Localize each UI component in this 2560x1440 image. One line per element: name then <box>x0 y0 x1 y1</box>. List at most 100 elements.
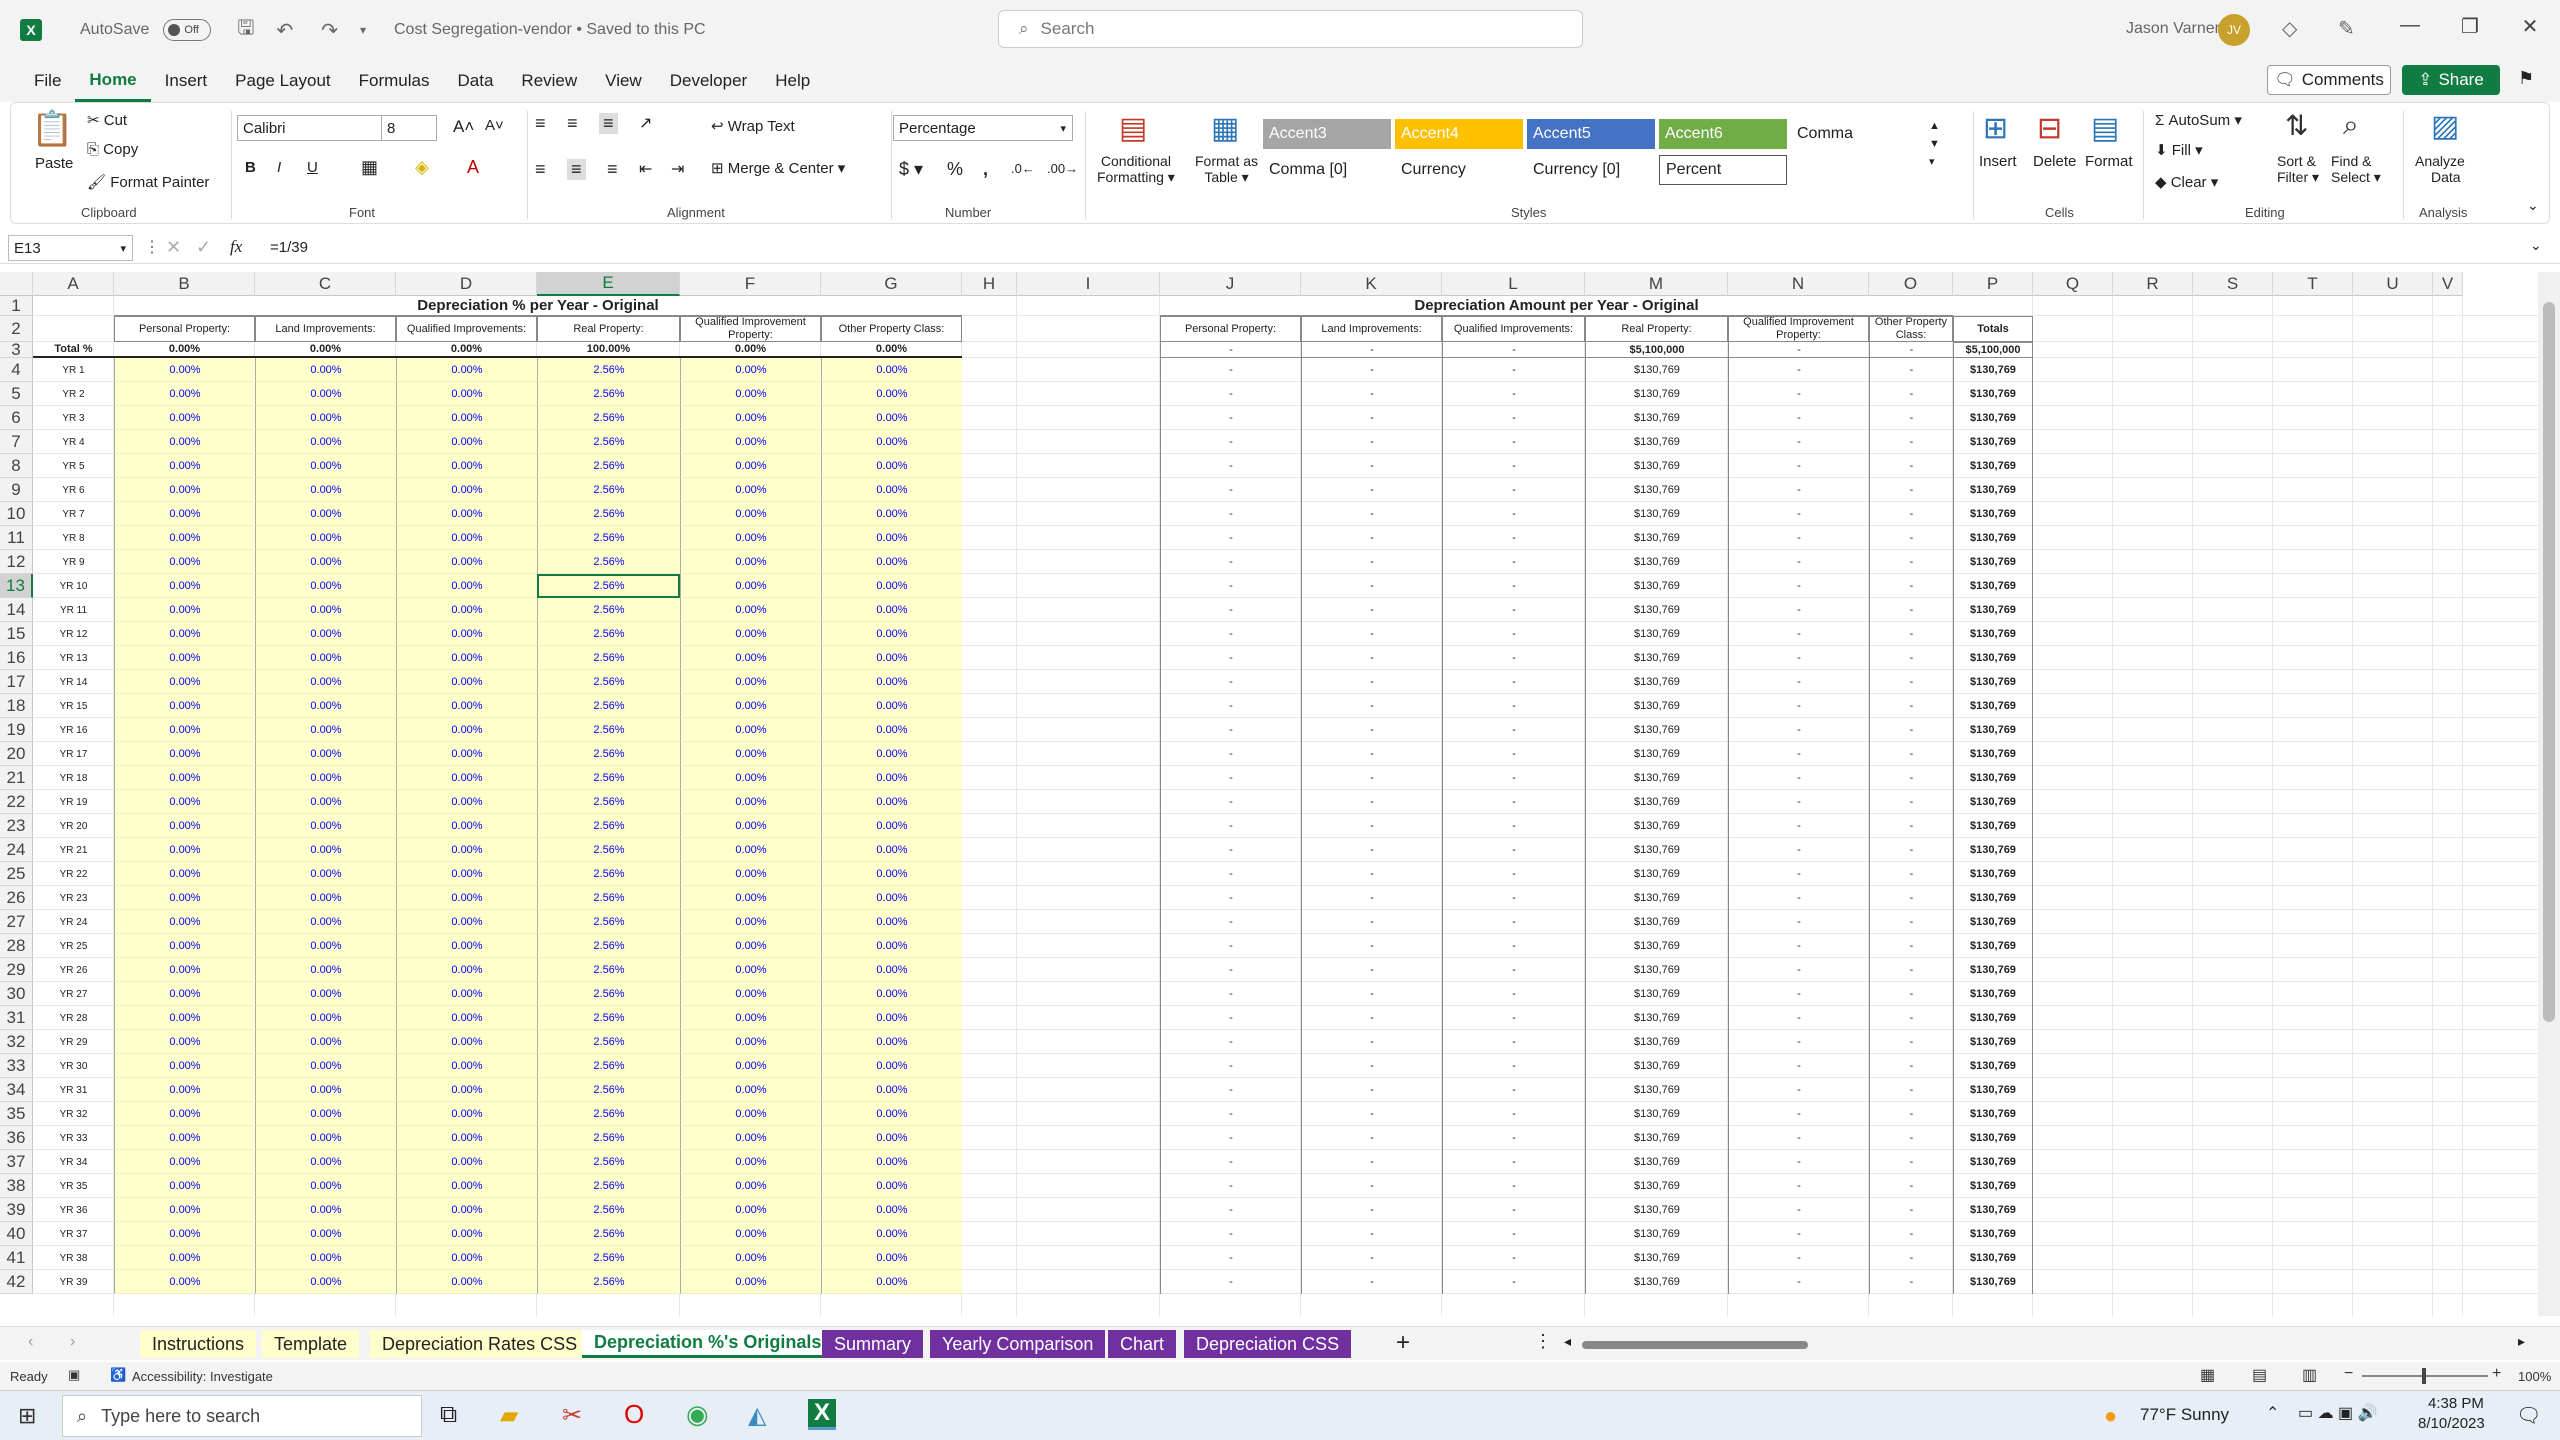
windows-start-icon[interactable]: ⊞ <box>18 1403 36 1429</box>
year-pct-cell[interactable]: 0.00% <box>255 1270 396 1294</box>
year-amt-cell[interactable]: - <box>1728 670 1869 694</box>
column-header[interactable]: P <box>1953 272 2033 296</box>
year-amt-cell[interactable]: $130,769 <box>1585 670 1728 694</box>
year-amt-cell[interactable]: - <box>1442 406 1585 430</box>
year-amt-cell[interactable]: - <box>1442 934 1585 958</box>
year-amt-cell[interactable]: $130,769 <box>1585 382 1728 406</box>
row-header[interactable]: 39 <box>0 1198 33 1222</box>
format-table-icon[interactable]: ▦ <box>1211 111 1239 146</box>
year-total-cell[interactable]: $130,769 <box>1953 1150 2033 1174</box>
year-pct-cell[interactable]: 2.56% <box>537 718 680 742</box>
year-pct-cell[interactable]: 0.00% <box>821 1198 962 1222</box>
year-amt-cell[interactable]: - <box>1160 1150 1301 1174</box>
column-header[interactable]: J <box>1160 272 1301 296</box>
year-amt-cell[interactable]: - <box>1442 982 1585 1006</box>
year-pct-cell[interactable]: 0.00% <box>680 982 821 1006</box>
year-amt-cell[interactable]: - <box>1301 1078 1442 1102</box>
total-amt-cell[interactable]: - <box>1442 342 1585 358</box>
year-amt-cell[interactable]: - <box>1728 406 1869 430</box>
year-pct-cell[interactable]: 0.00% <box>821 1150 962 1174</box>
year-amt-cell[interactable]: - <box>1869 694 1953 718</box>
year-pct-cell[interactable]: 0.00% <box>680 574 821 598</box>
year-pct-cell[interactable]: 0.00% <box>255 982 396 1006</box>
year-amt-cell[interactable]: - <box>1869 934 1953 958</box>
year-amt-cell[interactable]: $130,769 <box>1585 502 1728 526</box>
increase-decimal-icon[interactable]: .0← <box>1011 161 1035 176</box>
year-pct-cell[interactable]: 0.00% <box>680 430 821 454</box>
year-amt-cell[interactable]: - <box>1301 1102 1442 1126</box>
style-accent5[interactable]: Accent5 <box>1527 119 1655 149</box>
style-accent6[interactable]: Accent6 <box>1659 119 1787 149</box>
year-pct-cell[interactable]: 0.00% <box>680 1006 821 1030</box>
year-amt-cell[interactable]: - <box>1301 622 1442 646</box>
row-header[interactable]: 15 <box>0 622 33 646</box>
year-amt-cell[interactable]: - <box>1728 478 1869 502</box>
row-header[interactable]: 21 <box>0 766 33 790</box>
year-amt-cell[interactable]: - <box>1442 1198 1585 1222</box>
year-pct-cell[interactable]: 0.00% <box>255 1030 396 1054</box>
year-amt-cell[interactable]: - <box>1728 1078 1869 1102</box>
autosave-toggle[interactable]: Off <box>163 19 212 41</box>
year-pct-cell[interactable]: 0.00% <box>821 694 962 718</box>
clock-date[interactable]: 8/10/2023 <box>2418 1415 2485 1432</box>
column-header[interactable]: C <box>255 272 396 296</box>
year-amt-cell[interactable]: - <box>1301 742 1442 766</box>
sheet-tab-depreciation-rates-css[interactable]: Depreciation Rates CSS <box>370 1330 590 1358</box>
year-amt-cell[interactable]: - <box>1869 1174 1953 1198</box>
year-total-cell[interactable]: $130,769 <box>1953 430 2033 454</box>
orientation-icon[interactable]: ↗ <box>639 113 652 133</box>
year-pct-cell[interactable]: 0.00% <box>255 790 396 814</box>
year-amt-cell[interactable]: - <box>1728 1150 1869 1174</box>
year-pct-cell[interactable]: 0.00% <box>255 598 396 622</box>
horizontal-scroll-thumb[interactable] <box>1582 1341 1808 1349</box>
total-amt-cell[interactable]: - <box>1301 342 1442 358</box>
year-pct-cell[interactable]: 0.00% <box>680 1246 821 1270</box>
find-select-button[interactable]: Find & Select ▾ <box>2331 153 2381 186</box>
year-amt-cell[interactable]: - <box>1869 1054 1953 1078</box>
tab-page-layout[interactable]: Page Layout <box>221 60 344 102</box>
year-pct-cell[interactable]: 2.56% <box>537 1150 680 1174</box>
year-amt-cell[interactable]: - <box>1728 814 1869 838</box>
year-pct-cell[interactable]: 0.00% <box>396 382 537 406</box>
row-header[interactable]: 5 <box>0 382 33 406</box>
year-amt-cell[interactable]: $130,769 <box>1585 1126 1728 1150</box>
year-total-cell[interactable]: $130,769 <box>1953 574 2033 598</box>
cancel-icon[interactable]: ✕ <box>166 237 181 258</box>
year-pct-cell[interactable]: 0.00% <box>114 550 255 574</box>
number-format-box[interactable]: Percentage ▾ <box>893 115 1073 141</box>
total-pct-cell[interactable]: 0.00% <box>680 342 821 358</box>
year-pct-cell[interactable]: 0.00% <box>396 1006 537 1030</box>
format-painter-button[interactable]: 🖌 Format Painter <box>87 173 209 191</box>
year-pct-cell[interactable]: 0.00% <box>821 1078 962 1102</box>
column-header[interactable]: O <box>1869 272 1953 296</box>
year-pct-cell[interactable]: 0.00% <box>821 790 962 814</box>
year-pct-cell[interactable]: 0.00% <box>114 1030 255 1054</box>
year-pct-cell[interactable]: 0.00% <box>114 982 255 1006</box>
year-pct-cell[interactable]: 0.00% <box>396 1126 537 1150</box>
year-total-cell[interactable]: $130,769 <box>1953 622 2033 646</box>
year-pct-cell[interactable]: 0.00% <box>396 526 537 550</box>
year-pct-cell[interactable]: 0.00% <box>396 622 537 646</box>
year-total-cell[interactable]: $130,769 <box>1953 550 2033 574</box>
column-header[interactable]: N <box>1728 272 1869 296</box>
year-amt-cell[interactable]: - <box>1869 958 1953 982</box>
year-amt-cell[interactable]: - <box>1869 1102 1953 1126</box>
borders-icon[interactable]: ▦ <box>361 157 378 178</box>
tab-home[interactable]: Home <box>75 60 151 102</box>
year-amt-cell[interactable]: - <box>1869 1150 1953 1174</box>
year-pct-cell[interactable]: 0.00% <box>255 1174 396 1198</box>
year-pct-cell[interactable]: 0.00% <box>114 910 255 934</box>
year-pct-cell[interactable]: 2.56% <box>537 382 680 406</box>
year-amt-cell[interactable]: - <box>1442 574 1585 598</box>
year-pct-cell[interactable]: 0.00% <box>821 454 962 478</box>
year-pct-cell[interactable]: 0.00% <box>680 598 821 622</box>
year-amt-cell[interactable]: $130,769 <box>1585 766 1728 790</box>
year-amt-cell[interactable]: - <box>1869 1222 1953 1246</box>
year-amt-cell[interactable]: - <box>1160 886 1301 910</box>
year-amt-cell[interactable]: $130,769 <box>1585 862 1728 886</box>
year-amt-cell[interactable]: - <box>1160 838 1301 862</box>
copy-button[interactable]: ⎘ Copy <box>87 141 138 158</box>
year-pct-cell[interactable]: 2.56% <box>537 550 680 574</box>
year-amt-cell[interactable]: - <box>1160 1174 1301 1198</box>
year-total-cell[interactable]: $130,769 <box>1953 790 2033 814</box>
